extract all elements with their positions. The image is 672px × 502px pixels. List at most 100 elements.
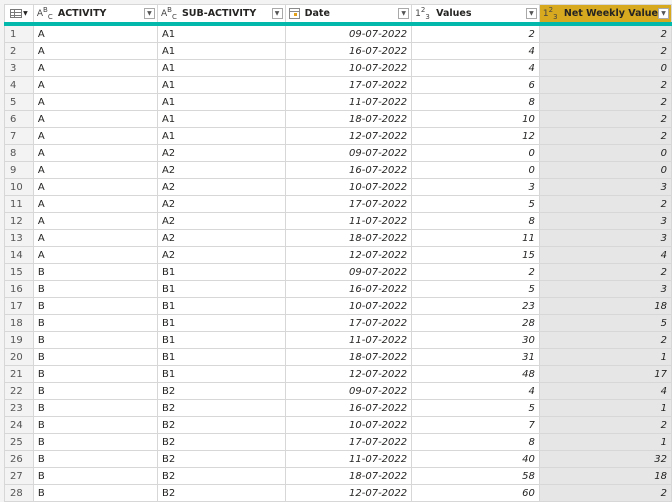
- cell-activity[interactable]: A: [32, 76, 158, 94]
- cell-values[interactable]: 0: [411, 144, 540, 162]
- row-number[interactable]: 15: [4, 263, 34, 281]
- row-number[interactable]: 19: [4, 331, 34, 349]
- cell-net-weekly-value[interactable]: 2: [538, 484, 672, 502]
- table-row[interactable]: 15 B B1 09-07-2022 2 2: [4, 263, 672, 281]
- cell-values[interactable]: 8: [411, 212, 540, 230]
- cell-net-weekly-value[interactable]: 4: [538, 246, 672, 264]
- calendar-date-type-icon[interactable]: [288, 8, 300, 19]
- cell-activity[interactable]: A: [32, 42, 158, 60]
- cell-values[interactable]: 4: [411, 382, 540, 400]
- cell-activity[interactable]: B: [32, 399, 158, 417]
- cell-date[interactable]: 18-07-2022: [284, 467, 413, 485]
- cell-sub-activity[interactable]: A2: [156, 178, 286, 196]
- cell-values[interactable]: 12: [411, 127, 540, 145]
- row-number[interactable]: 28: [4, 484, 34, 502]
- cell-date[interactable]: 17-07-2022: [284, 76, 413, 94]
- cell-activity[interactable]: B: [32, 331, 158, 349]
- row-number[interactable]: 23: [4, 399, 34, 417]
- cell-net-weekly-value[interactable]: 3: [538, 280, 672, 298]
- table-row[interactable]: 23 B B2 16-07-2022 5 1: [4, 399, 672, 417]
- cell-values[interactable]: 10: [411, 110, 540, 128]
- cell-values[interactable]: 48: [411, 365, 540, 383]
- cell-net-weekly-value[interactable]: 2: [538, 110, 672, 128]
- cell-activity[interactable]: B: [32, 450, 158, 468]
- cell-net-weekly-value[interactable]: 1: [538, 348, 672, 366]
- cell-date[interactable]: 09-07-2022: [284, 144, 413, 162]
- cell-sub-activity[interactable]: B1: [156, 314, 286, 332]
- table-row[interactable]: 4 A A1 17-07-2022 6 2: [4, 76, 672, 94]
- cell-activity[interactable]: A: [32, 23, 158, 43]
- row-number[interactable]: 21: [4, 365, 34, 383]
- table-row[interactable]: 22 B B2 09-07-2022 4 4: [4, 382, 672, 400]
- cell-net-weekly-value[interactable]: 2: [538, 127, 672, 145]
- cell-date[interactable]: 17-07-2022: [284, 195, 413, 213]
- row-number[interactable]: 1: [4, 23, 34, 43]
- cell-sub-activity[interactable]: B1: [156, 331, 286, 349]
- row-number[interactable]: 18: [4, 314, 34, 332]
- filter-dropdown-button[interactable]: ▼: [525, 8, 537, 19]
- cell-date[interactable]: 10-07-2022: [284, 178, 413, 196]
- table-row[interactable]: 9 A A2 16-07-2022 0 0: [4, 161, 672, 179]
- cell-date[interactable]: 16-07-2022: [284, 280, 413, 298]
- cell-sub-activity[interactable]: A1: [156, 42, 286, 60]
- row-number[interactable]: 7: [4, 127, 34, 145]
- cell-net-weekly-value[interactable]: 3: [538, 229, 672, 247]
- cell-net-weekly-value[interactable]: 2: [538, 42, 672, 60]
- cell-sub-activity[interactable]: A1: [156, 93, 286, 111]
- cell-values[interactable]: 2: [411, 263, 540, 281]
- cell-values[interactable]: 8: [411, 93, 540, 111]
- cell-net-weekly-value[interactable]: 0: [538, 59, 672, 77]
- cell-net-weekly-value[interactable]: 1: [538, 433, 672, 451]
- cell-activity[interactable]: B: [32, 416, 158, 434]
- cell-activity[interactable]: B: [32, 348, 158, 366]
- cell-net-weekly-value[interactable]: 2: [538, 195, 672, 213]
- cell-activity[interactable]: B: [32, 263, 158, 281]
- cell-values[interactable]: 23: [411, 297, 540, 315]
- table-row[interactable]: 12 A A2 11-07-2022 8 3: [4, 212, 672, 230]
- cell-date[interactable]: 11-07-2022: [284, 93, 413, 111]
- cell-activity[interactable]: B: [32, 280, 158, 298]
- table-row[interactable]: 20 B B1 18-07-2022 31 1: [4, 348, 672, 366]
- table-row[interactable]: 8 A A2 09-07-2022 0 0: [4, 144, 672, 162]
- cell-activity[interactable]: B: [32, 433, 158, 451]
- cell-net-weekly-value[interactable]: 2: [538, 76, 672, 94]
- cell-date[interactable]: 18-07-2022: [284, 348, 413, 366]
- cell-date[interactable]: 16-07-2022: [284, 399, 413, 417]
- cell-activity[interactable]: B: [32, 314, 158, 332]
- cell-sub-activity[interactable]: B1: [156, 365, 286, 383]
- filter-dropdown-button[interactable]: ▼: [143, 8, 155, 19]
- cell-date[interactable]: 12-07-2022: [284, 484, 413, 502]
- cell-values[interactable]: 11: [411, 229, 540, 247]
- cell-net-weekly-value[interactable]: 2: [538, 93, 672, 111]
- cell-activity[interactable]: A: [32, 144, 158, 162]
- row-number[interactable]: 2: [4, 42, 34, 60]
- cell-date[interactable]: 18-07-2022: [284, 229, 413, 247]
- cell-activity[interactable]: A: [32, 178, 158, 196]
- row-number[interactable]: 6: [4, 110, 34, 128]
- cell-activity[interactable]: A: [32, 246, 158, 264]
- cell-date[interactable]: 16-07-2022: [284, 161, 413, 179]
- filter-dropdown-button[interactable]: ▼: [658, 8, 669, 19]
- cell-values[interactable]: 4: [411, 59, 540, 77]
- cell-date[interactable]: 09-07-2022: [284, 382, 413, 400]
- row-number[interactable]: 13: [4, 229, 34, 247]
- table-row[interactable]: 24 B B2 10-07-2022 7 2: [4, 416, 672, 434]
- cell-net-weekly-value[interactable]: 18: [538, 297, 672, 315]
- cell-activity[interactable]: A: [32, 93, 158, 111]
- cell-values[interactable]: 5: [411, 280, 540, 298]
- table-row[interactable]: 7 A A1 12-07-2022 12 2: [4, 127, 672, 145]
- cell-net-weekly-value[interactable]: 3: [538, 212, 672, 230]
- table-row[interactable]: 14 A A2 12-07-2022 15 4: [4, 246, 672, 264]
- cell-date[interactable]: 11-07-2022: [284, 212, 413, 230]
- row-number[interactable]: 3: [4, 59, 34, 77]
- cell-date[interactable]: 09-07-2022: [284, 23, 413, 43]
- row-number[interactable]: 17: [4, 297, 34, 315]
- cell-sub-activity[interactable]: B2: [156, 416, 286, 434]
- cell-activity[interactable]: A: [32, 59, 158, 77]
- table-row[interactable]: 10 A A2 10-07-2022 3 3: [4, 178, 672, 196]
- cell-net-weekly-value[interactable]: 3: [538, 178, 672, 196]
- cell-date[interactable]: 09-07-2022: [284, 263, 413, 281]
- row-number[interactable]: 5: [4, 93, 34, 111]
- table-row[interactable]: 2 A A1 16-07-2022 4 2: [4, 42, 672, 60]
- cell-net-weekly-value[interactable]: 2: [538, 263, 672, 281]
